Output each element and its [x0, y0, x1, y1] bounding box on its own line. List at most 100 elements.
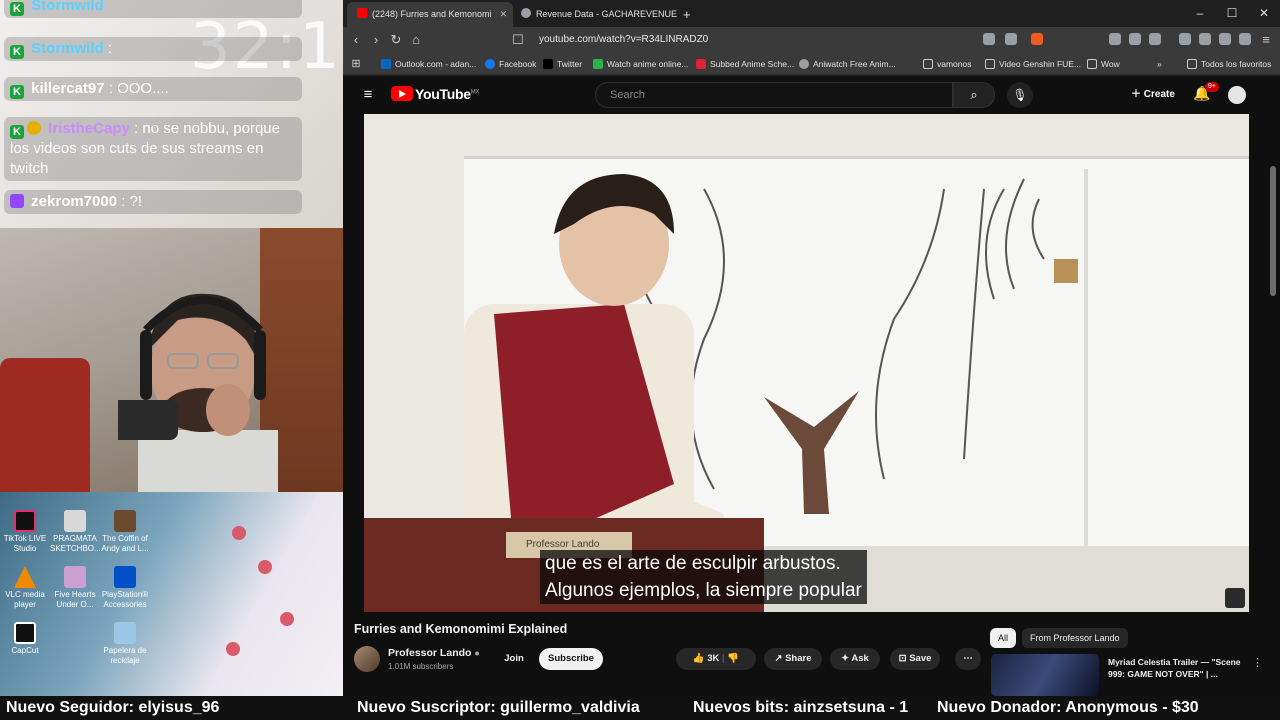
bookmark-aniwatch[interactable]: Aniwatch Free Anim... [799, 57, 896, 71]
bookmark-page-icon[interactable]: ☐ [509, 31, 527, 49]
bookmarks-bar: ⊞ Outlook.com - adan... Facebook Twitter… [343, 53, 1280, 75]
sub-badge-icon [27, 121, 41, 135]
desktop-icon-playstation[interactable]: PlayStation® Accessories [100, 566, 150, 610]
subscriber-count: 1.01M subscribers [388, 662, 454, 671]
flower-decoration [226, 642, 240, 656]
share-button[interactable]: ↗ Share [764, 648, 822, 670]
more-bookmarks-icon[interactable]: » [1157, 57, 1162, 71]
save-button[interactable]: ⊡ Save [890, 648, 940, 670]
close-window-icon[interactable]: ✕ [1248, 0, 1280, 27]
apps-grid-icon[interactable]: ⊞ [347, 55, 365, 73]
channel-name[interactable]: Professor Lando ● [388, 647, 480, 659]
pragmata-icon [64, 510, 86, 532]
url-field[interactable]: youtube.com/watch?v=R34LINRADZ0 [531, 30, 1051, 50]
create-button[interactable]: ＋ Create [1123, 82, 1183, 108]
desktop-icon-pragmata[interactable]: PRAGMATA SKETCHBO... [50, 510, 101, 554]
five-hearts-icon [64, 566, 86, 588]
chip-from-channel[interactable]: From Professor Lando [1022, 628, 1128, 648]
forward-icon[interactable]: › [367, 31, 385, 49]
search-icon[interactable]: ⌕ [953, 82, 995, 108]
join-button[interactable]: Join [499, 648, 529, 670]
new-tab-button[interactable]: + [673, 2, 699, 27]
flower-decoration [280, 612, 294, 626]
chip-all[interactable]: All [990, 628, 1017, 648]
bookmark-twitter[interactable]: Twitter [543, 57, 582, 71]
chat-username: zekrom7000 [31, 193, 118, 210]
chat-message: K Stormwild [4, 0, 302, 18]
bookmark-folder-genshin[interactable]: Video Genshin FUE... [985, 57, 1081, 71]
leo-ai-icon[interactable] [1219, 33, 1231, 45]
aniwatch-icon [799, 59, 809, 69]
flower-decoration [232, 526, 246, 540]
more-actions-icon[interactable]: ⋯ [955, 648, 981, 670]
vpn-icon[interactable] [1239, 33, 1251, 45]
anime-site-icon [593, 59, 603, 69]
youtube-play-icon [391, 86, 413, 101]
chat-message: zekrom7000 : ?! [4, 190, 302, 214]
desktop-icon-tiktok[interactable]: TikTok LIVE Studio [0, 510, 50, 554]
caption-line-1: que es el arte de esculpir arbustos. [545, 553, 841, 574]
microphone-icon[interactable]: 🎙 [1007, 82, 1033, 108]
bookmark-all-favorites[interactable]: Todos los favoritos [1187, 57, 1271, 71]
recycle-bin-icon [114, 622, 136, 644]
capcut-icon [14, 622, 36, 644]
bookmark-subbed-anime[interactable]: Subbed Anime Sche... [696, 57, 794, 71]
chat-username: Stormwild [31, 40, 104, 57]
minimize-icon[interactable]: – [1184, 0, 1216, 27]
folder-icon [985, 59, 995, 69]
desktop-icon-recycle-bin[interactable]: Papelera de reciclaje [100, 622, 150, 666]
desktop-icon-capcut[interactable]: CapCut [0, 622, 50, 656]
verified-icon: ● [474, 648, 480, 658]
bookmark-watch-anime[interactable]: Watch anime online... [593, 57, 688, 71]
folder-icon [1087, 59, 1097, 69]
recommended-thumbnail[interactable] [991, 654, 1099, 696]
kick-badge-icon: K [10, 85, 24, 99]
cast-icon[interactable] [983, 33, 995, 45]
desktop-icon-coffin[interactable]: The Coffin of Andy and L... [100, 510, 150, 554]
back-icon[interactable]: ‹ [347, 31, 365, 49]
coffin-game-icon [114, 510, 136, 532]
channel-watermark-icon[interactable] [1225, 588, 1245, 608]
like-button[interactable]: 👍 3K [693, 653, 720, 664]
recommended-title[interactable]: Myriad Celestia Trailer — "Scene 999: GA… [1108, 656, 1253, 680]
tab-bar: (2248) Furries and Kemonomi ✕ Revenue Dat… [343, 0, 1280, 27]
hamburger-menu-icon[interactable]: ≡ [359, 86, 377, 104]
bookmark-folder-wow[interactable]: Wow [1087, 57, 1120, 71]
ask-button[interactable]: ✦ Ask [830, 648, 880, 670]
puzzle-icon[interactable] [1129, 33, 1141, 45]
youtube-header: ≡ YouTubeMX Search ⌕ 🎙 ＋ Create 🔔 9+ [343, 76, 1280, 114]
flower-decoration [258, 560, 272, 574]
desktop-icon-five-hearts[interactable]: Five Hearts Under O... [50, 566, 100, 610]
chat-text: : OOO.... [104, 80, 169, 97]
bookmark-outlook[interactable]: Outlook.com - adan... [381, 57, 476, 71]
sidebar-icon[interactable] [1149, 33, 1161, 45]
facebook-icon [485, 59, 495, 69]
music-icon[interactable] [1179, 33, 1191, 45]
bookmark-facebook[interactable]: Facebook [485, 57, 536, 71]
chat-username: killercat97 [31, 80, 105, 97]
channel-avatar[interactable] [354, 646, 380, 672]
share-page-icon[interactable] [1005, 33, 1017, 45]
maximize-icon[interactable]: ☐ [1216, 0, 1248, 27]
desktop-icon-vlc[interactable]: VLC media player [0, 566, 50, 610]
close-tab-icon[interactable]: ✕ [500, 9, 508, 19]
page-scrollbar[interactable] [1270, 166, 1276, 296]
bookmark-folder-vamonos[interactable]: vamonos [923, 57, 972, 71]
video-player[interactable]: Professor Lando que es el arte de esculp… [364, 114, 1249, 612]
menu-icon[interactable]: ≡ [1257, 31, 1275, 49]
youtube-favicon-icon [357, 8, 367, 18]
extension-icon[interactable] [1109, 33, 1121, 45]
subscribe-button[interactable]: Subscribe [539, 648, 603, 670]
home-icon[interactable]: ⌂ [407, 31, 425, 49]
search-input[interactable]: Search [595, 82, 953, 108]
wallet-icon[interactable] [1199, 33, 1211, 45]
brave-shield-icon[interactable] [1031, 33, 1043, 45]
account-avatar[interactable] [1228, 86, 1246, 104]
tab-youtube[interactable]: (2248) Furries and Kemonomi ✕ [347, 2, 513, 27]
tab-revenue[interactable]: Revenue Data - GACHAREVENUE [511, 2, 677, 27]
schedule-site-icon [696, 59, 706, 69]
reload-icon[interactable]: ↻ [387, 31, 405, 49]
recommended-more-icon[interactable]: ⋮ [1252, 656, 1263, 669]
youtube-logo[interactable]: YouTubeMX [391, 86, 479, 104]
dislike-icon[interactable]: 👎 [727, 653, 739, 664]
